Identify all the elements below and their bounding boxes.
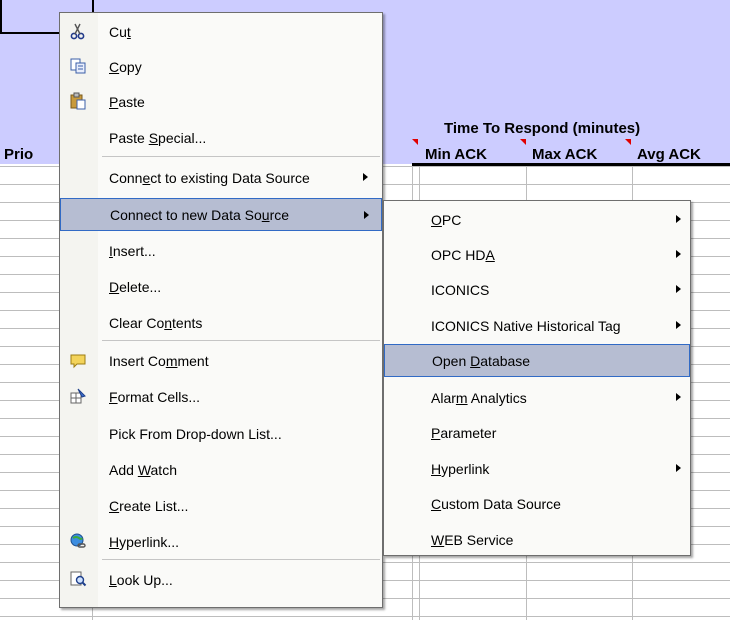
menu-item-label: Cut — [109, 23, 131, 40]
submenu-arrow-icon — [676, 464, 681, 472]
menu-item-connect-to-new-data-source[interactable]: Connect to new Data Source — [60, 198, 382, 231]
comment-marker — [412, 139, 418, 145]
menu-item-label: Look Up... — [109, 571, 173, 588]
submenu-item-web-service[interactable]: WEB Service — [384, 523, 690, 556]
menu-item-clear-contents[interactable]: Clear Contents — [60, 306, 382, 339]
submenu-item-opc[interactable]: OPC — [384, 203, 690, 236]
submenu-item-label: Open Database — [432, 352, 531, 369]
submenu-item-label: WEB Service — [431, 531, 514, 548]
submenu-item-alarm-analytics[interactable]: Alarm Analytics — [384, 381, 690, 414]
hyperlink-icon — [68, 532, 88, 550]
menu-item-label: Connect to new Data Source — [110, 206, 290, 223]
menu-item-paste-special[interactable]: Paste Special... — [60, 121, 382, 154]
menu-separator — [102, 156, 380, 157]
menu-item-label: Hyperlink... — [109, 533, 180, 550]
submenu-arrow-icon — [676, 285, 681, 293]
submenu-arrow-icon — [676, 393, 681, 401]
menu-item-hyperlink[interactable]: Hyperlink... — [60, 525, 382, 558]
menu-separator — [102, 340, 380, 341]
submenu-item-label: Alarm Analytics — [431, 389, 527, 406]
submenu-item-iconics[interactable]: ICONICS — [384, 273, 690, 306]
submenu-item-custom-data-source[interactable]: Custom Data Source — [384, 487, 690, 520]
menu-item-connect-to-existing-data-source[interactable]: Connect to existing Data Source — [60, 161, 382, 194]
menu-item-delete[interactable]: Delete... — [60, 270, 382, 303]
scissors-icon — [68, 22, 88, 40]
submenu-item-iconics-native-historical-tag[interactable]: ICONICS Native Historical Tag — [384, 309, 690, 342]
row-gridline — [0, 616, 730, 617]
menu-item-format-cells[interactable]: Format Cells... — [60, 380, 382, 413]
menu-item-create-list[interactable]: Create List... — [60, 489, 382, 522]
menu-item-add-watch[interactable]: Add Watch — [60, 453, 382, 486]
submenu-arrow-icon — [676, 250, 681, 258]
menu-item-label: Create List... — [109, 497, 189, 514]
menu-item-cut[interactable]: Cut — [60, 15, 382, 48]
submenu-arrow-icon — [363, 173, 368, 181]
submenu-arrow-icon — [676, 215, 681, 223]
column-header-max-ack: Max ACK — [532, 146, 598, 163]
comment-marker — [625, 139, 631, 145]
lookup-icon — [68, 570, 88, 588]
submenu-item-label: Custom Data Source — [431, 495, 561, 512]
format-cells-icon — [68, 387, 88, 405]
menu-item-paste[interactable]: Paste — [60, 85, 382, 118]
menu-item-label: Pick From Drop-down List... — [109, 425, 282, 442]
submenu-item-label: Hyperlink — [431, 460, 490, 477]
submenu-item-opc-hda[interactable]: OPC HDA — [384, 238, 690, 271]
menu-item-label: Connect to existing Data Source — [109, 169, 310, 186]
context-menu: Cut Copy Paste Paste Special... Connect to e… — [59, 12, 383, 608]
column-header-avg-ack: Avg ACK — [637, 146, 701, 163]
submenu-item-label: ICONICS Native Historical Tag — [431, 317, 621, 334]
paste-icon — [68, 92, 88, 110]
submenu-item-hyperlink[interactable]: Hyperlink — [384, 452, 690, 485]
comment-marker — [520, 139, 526, 145]
menu-item-label: Format Cells... — [109, 388, 201, 405]
copy-icon — [68, 57, 88, 75]
submenu-arrow-icon — [676, 321, 681, 329]
menu-item-label: Paste Special... — [109, 129, 207, 146]
submenu-item-label: ICONICS — [431, 281, 490, 298]
menu-item-label: Clear Contents — [109, 314, 203, 331]
comment-icon — [68, 351, 88, 369]
menu-item-label: Copy — [109, 58, 142, 75]
menu-item-label: Insert... — [109, 242, 156, 259]
menu-item-label: Delete... — [109, 278, 162, 295]
menu-item-label: Paste — [109, 93, 145, 110]
menu-item-insert-comment[interactable]: Insert Comment — [60, 344, 382, 377]
data-source-submenu: OPC OPC HDA ICONICS ICONICS Native Historic… — [383, 200, 691, 556]
submenu-item-parameter[interactable]: Parameter — [384, 416, 690, 449]
menu-separator — [102, 559, 380, 560]
submenu-arrow-icon — [364, 211, 369, 219]
submenu-item-label: OPC — [431, 211, 462, 228]
submenu-item-open-database[interactable]: Open Database — [384, 344, 690, 377]
menu-item-copy[interactable]: Copy — [60, 50, 382, 83]
column-header-min-ack: Min ACK — [425, 146, 487, 163]
row-header-priority: Prio — [4, 146, 34, 163]
menu-item-pick-from-drop-down-list[interactable]: Pick From Drop-down List... — [60, 417, 382, 450]
menu-item-label: Insert Comment — [109, 352, 209, 369]
menu-item-insert[interactable]: Insert... — [60, 234, 382, 267]
submenu-item-label: Parameter — [431, 424, 497, 441]
menu-item-label: Add Watch — [109, 461, 177, 478]
menu-item-look-up[interactable]: Look Up... — [60, 563, 382, 596]
group-header: Time To Respond (minutes) — [444, 120, 641, 137]
submenu-item-label: OPC HDA — [431, 246, 495, 263]
